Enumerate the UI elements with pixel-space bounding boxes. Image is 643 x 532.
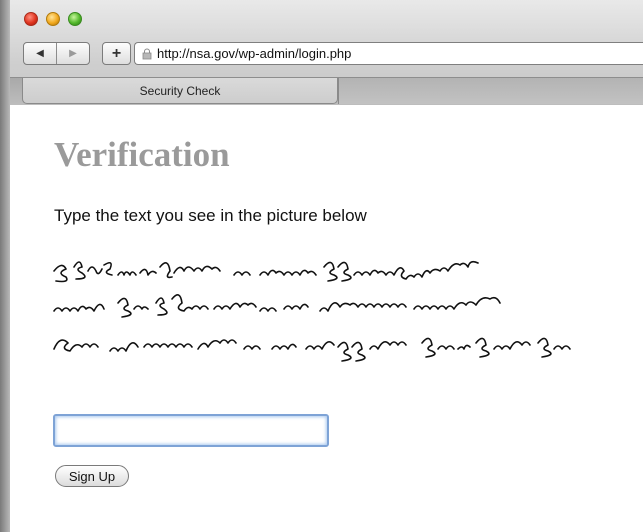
forward-button[interactable]: ▶: [57, 43, 89, 64]
window-controls: [24, 12, 82, 26]
captcha-image: [48, 243, 608, 373]
tab-bar: Security Check: [10, 77, 643, 105]
url-text: http://nsa.gov/wp-admin/login.php: [157, 46, 352, 61]
minimize-window-button[interactable]: [46, 12, 60, 26]
forward-arrow-icon: ▶: [69, 48, 77, 59]
zoom-window-button[interactable]: [68, 12, 82, 26]
tab-label: Security Check: [139, 83, 221, 98]
tab-empty[interactable]: [338, 78, 643, 104]
close-window-button[interactable]: [24, 12, 38, 26]
window-edge: [0, 0, 10, 532]
navigation-buttons: ◀ ▶: [23, 42, 90, 65]
instruction-text: Type the text you see in the picture bel…: [54, 206, 367, 225]
page-content: Verification Type the text you see in th…: [10, 105, 643, 532]
page-title: Verification: [54, 135, 230, 174]
site-favicon-icon: [141, 48, 153, 60]
sign-up-button[interactable]: Sign Up: [55, 465, 129, 487]
back-button[interactable]: ◀: [24, 43, 57, 64]
back-arrow-icon: ◀: [36, 48, 44, 59]
address-bar[interactable]: http://nsa.gov/wp-admin/login.php: [134, 42, 643, 65]
plus-icon: +: [111, 44, 122, 62]
add-bookmark-button[interactable]: +: [102, 42, 131, 65]
tab-security-check[interactable]: Security Check: [22, 78, 338, 104]
captcha-input[interactable]: [53, 414, 329, 447]
